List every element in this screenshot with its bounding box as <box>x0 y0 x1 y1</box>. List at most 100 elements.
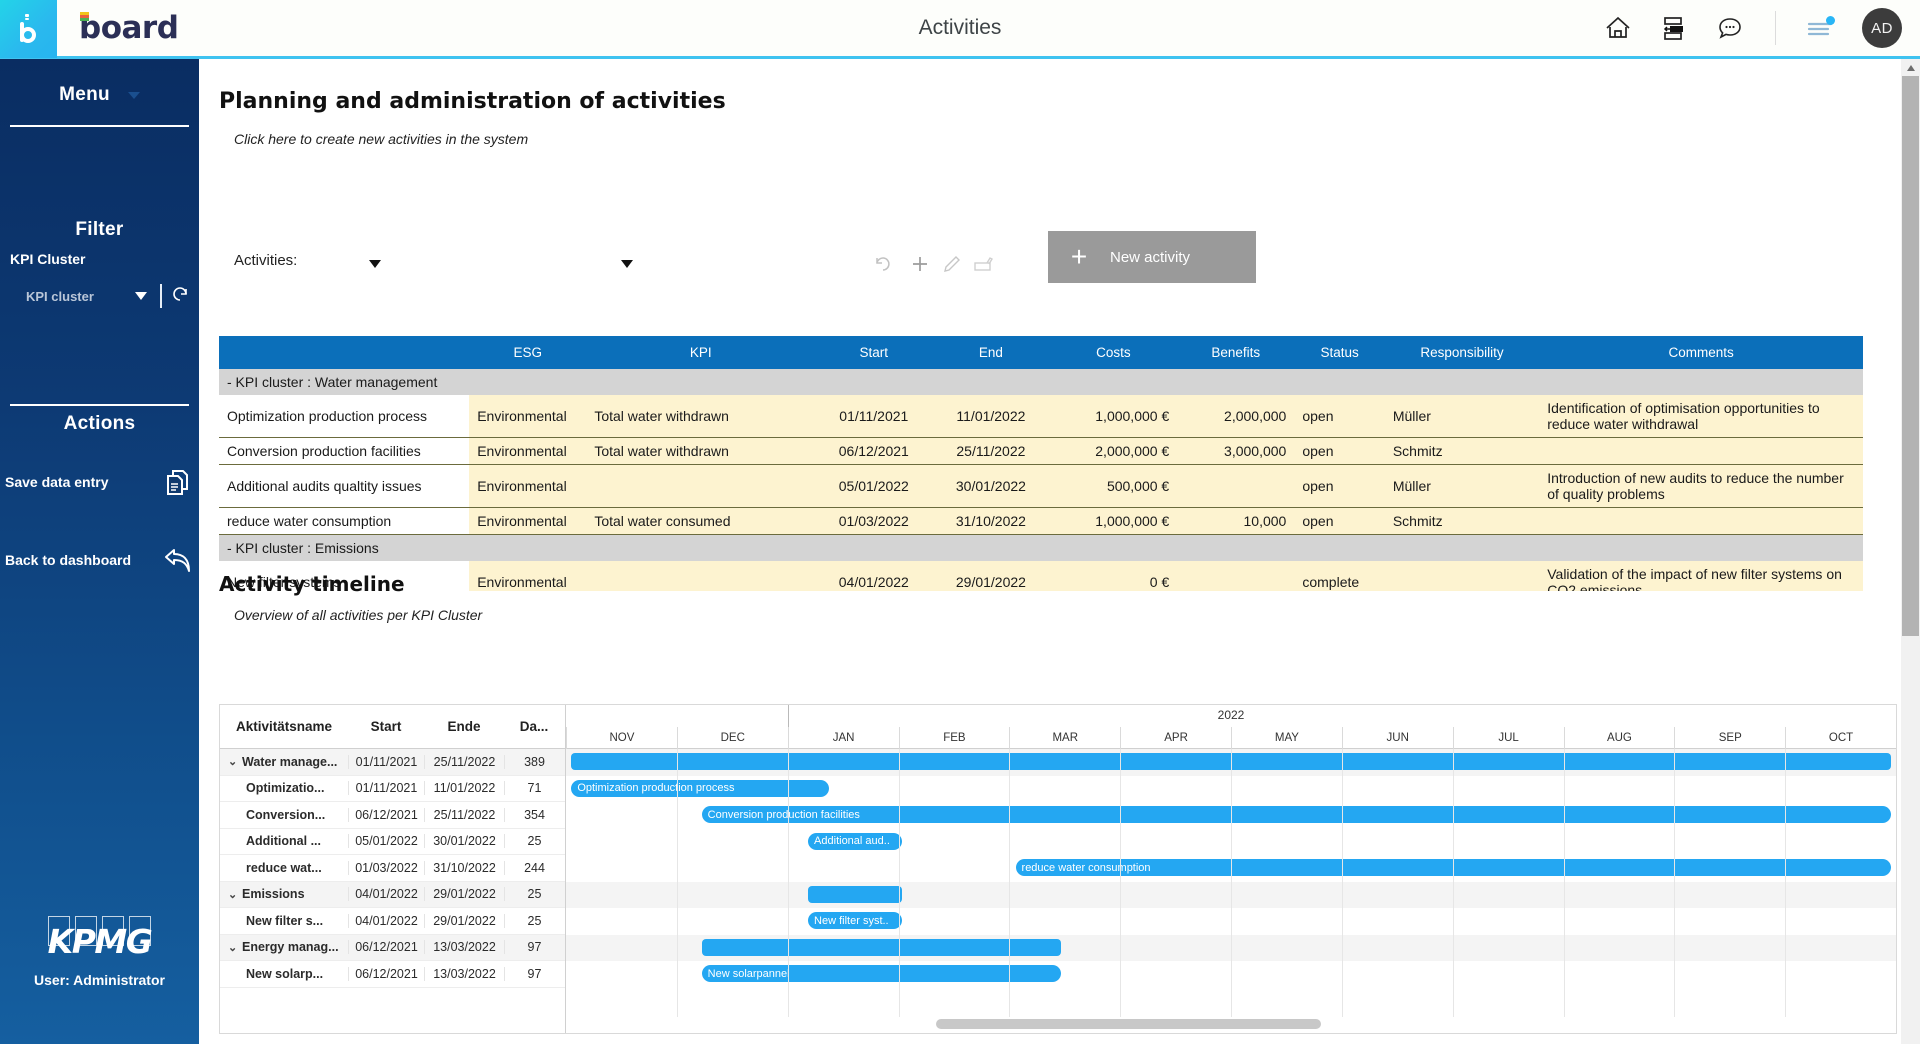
activities-select-caret-icon[interactable] <box>369 260 381 268</box>
chat-icon[interactable] <box>1715 13 1745 43</box>
cell-esg: Environmental <box>469 561 586 591</box>
kpmg-logo-block: KPMG User: Administrator <box>0 916 199 988</box>
gantt-col-end[interactable]: Ende <box>424 719 504 734</box>
col-name[interactable] <box>219 336 469 369</box>
sidebar-action-save-data-entry[interactable]: Save data entry <box>0 459 199 505</box>
kpi-cluster-select[interactable]: KPI cluster <box>10 283 190 309</box>
cell-responsibility: Schmitz <box>1385 508 1539 535</box>
gantt-row[interactable]: ⌄Water manage...01/11/202125/11/2022389 <box>220 749 565 776</box>
gantt-bar[interactable] <box>808 886 902 903</box>
page-scrollbar[interactable] <box>1901 59 1920 1044</box>
sidebar-menu-toggle[interactable]: Menu <box>0 84 199 106</box>
col-status[interactable]: Status <box>1294 336 1385 369</box>
chevron-down-icon <box>135 292 147 300</box>
edit-icon[interactable] <box>938 250 966 278</box>
page-scroll-thumb[interactable] <box>1902 76 1919 636</box>
gantt-row[interactable]: ⌄Energy manag...06/12/202113/03/202297 <box>220 935 565 962</box>
sidebar-actions-heading: Actions <box>0 413 199 435</box>
sidebar-divider-1 <box>10 125 189 127</box>
gantt-row[interactable]: reduce wat...01/03/202231/10/2022244 <box>220 855 565 882</box>
col-benefits[interactable]: Benefits <box>1177 336 1294 369</box>
board-b-icon <box>16 13 42 43</box>
gantt-bars-area: Optimization production process Conversio… <box>566 749 1896 1033</box>
col-start[interactable]: Start <box>815 336 932 369</box>
gantt-row[interactable]: ⌄Emissions04/01/202229/01/202225 <box>220 882 565 909</box>
new-activity-button[interactable]: + New activity <box>1048 231 1256 283</box>
gantt-hscrollbar[interactable] <box>566 1019 1896 1031</box>
gantt-month-row: NOVDECJANFEBMARAPRMAYJUNJULAUGSEPOCT <box>566 727 1896 749</box>
cell-name: Additional audits qualtity issues <box>219 465 469 508</box>
gantt-bar[interactable]: Conversion production facilities <box>702 806 1891 823</box>
table-row[interactable]: Optimization production process Environm… <box>219 395 1863 438</box>
gantt-bar[interactable]: Additional aud.. <box>808 833 902 850</box>
cell-benefits <box>1177 561 1294 591</box>
col-kpi[interactable]: KPI <box>586 336 815 369</box>
gantt-row[interactable]: Additional ...05/01/202230/01/202225 <box>220 829 565 856</box>
app-logo-badge[interactable] <box>0 0 57 58</box>
gantt-row[interactable]: New filter s...04/01/202229/01/202225 <box>220 908 565 935</box>
cell-benefits: 2,000,000 <box>1177 395 1294 438</box>
chevron-down-icon[interactable]: ⌄ <box>228 941 238 954</box>
cell-start: 05/01/2022 <box>815 465 932 508</box>
col-comments[interactable]: Comments <box>1539 336 1863 369</box>
notification-dot <box>1826 16 1835 25</box>
avatar[interactable]: AD <box>1862 8 1902 48</box>
page-scroll-up-icon[interactable] <box>1901 59 1920 76</box>
stamp-icon[interactable] <box>969 250 997 278</box>
home-icon[interactable] <box>1603 13 1633 43</box>
chevron-down-icon[interactable]: ⌄ <box>228 888 238 901</box>
gantt-bar[interactable]: New filter syst.. <box>808 912 902 929</box>
sidebar-action-back-to-dashboard[interactable]: Back to dashboard <box>0 537 199 583</box>
gantt-row-name: Optimizatio... <box>220 781 348 795</box>
layout-icon[interactable] <box>1659 13 1689 43</box>
gantt-bar[interactable]: Optimization production process <box>571 780 829 797</box>
gantt-row-start: 04/01/2022 <box>348 887 424 901</box>
gantt-row-start: 01/03/2022 <box>348 861 424 875</box>
gantt-bar[interactable] <box>702 939 1061 956</box>
gantt-row-name: New filter s... <box>220 914 348 928</box>
gantt-row-name: ⌄Water manage... <box>220 755 348 769</box>
gantt-gridline <box>788 749 789 1017</box>
cell-kpi: Total water withdrawn <box>586 395 815 438</box>
col-responsibility[interactable]: Responsibility <box>1385 336 1539 369</box>
gantt-bar[interactable]: New solarpannel <box>702 965 1061 982</box>
cell-comments <box>1539 438 1863 465</box>
undo-icon[interactable] <box>869 250 897 278</box>
plus-icon[interactable] <box>906 250 934 278</box>
table-group-row[interactable]: - KPI cluster : Water management <box>219 369 1863 395</box>
table-row[interactable]: reduce water consumption Environmental T… <box>219 508 1863 535</box>
table-row[interactable]: Conversion production facilities Environ… <box>219 438 1863 465</box>
cell-comments <box>1539 508 1863 535</box>
gantt-row[interactable]: New solarp...06/12/202113/03/202297 <box>220 961 565 988</box>
gantt-year-row: 2022 <box>566 705 1896 727</box>
table-row[interactable]: Additional audits qualtity issues Enviro… <box>219 465 1863 508</box>
gantt-row-start: 04/01/2022 <box>348 914 424 928</box>
cell-benefits <box>1177 465 1294 508</box>
gantt-chart: Aktivitätsname Start Ende Da... ⌄Water m… <box>219 704 1897 1034</box>
col-costs[interactable]: Costs <box>1049 336 1177 369</box>
gantt-hscroll-thumb[interactable] <box>936 1019 1321 1029</box>
group-label: - KPI cluster : Emissions <box>219 535 1863 562</box>
new-activity-plus-icon: + <box>1048 243 1110 271</box>
chevron-down-icon[interactable]: ⌄ <box>228 755 238 768</box>
activities-table: ESG KPI Start End Costs Benefits Status … <box>219 336 1879 591</box>
table-group-row[interactable]: - KPI cluster : Emissions <box>219 535 1863 562</box>
activities-filter-caret-icon[interactable] <box>621 260 633 268</box>
cell-start: 06/12/2021 <box>815 438 932 465</box>
col-esg[interactable]: ESG <box>469 336 586 369</box>
gantt-row[interactable]: Conversion...06/12/202125/11/2022354 <box>220 802 565 829</box>
gantt-row[interactable]: Optimizatio...01/11/202111/01/202271 <box>220 776 565 803</box>
col-end[interactable]: End <box>932 336 1049 369</box>
gantt-row-name: ⌄Emissions <box>220 887 348 901</box>
gantt-month-nov: NOV <box>566 727 677 749</box>
gantt-gridline <box>1009 749 1010 1017</box>
table-row[interactable]: New filter systems Environmental 04/01/2… <box>219 561 1863 591</box>
divider <box>160 284 162 308</box>
menu-icon[interactable] <box>1806 13 1836 43</box>
cell-comments: Identification of optimisation opportuni… <box>1539 395 1863 438</box>
reset-filter-icon[interactable] <box>170 284 190 309</box>
gantt-month-jul: JUL <box>1453 727 1564 749</box>
gantt-col-days[interactable]: Da... <box>504 719 564 734</box>
gantt-col-name[interactable]: Aktivitätsname <box>220 719 348 734</box>
gantt-col-start[interactable]: Start <box>348 719 424 734</box>
